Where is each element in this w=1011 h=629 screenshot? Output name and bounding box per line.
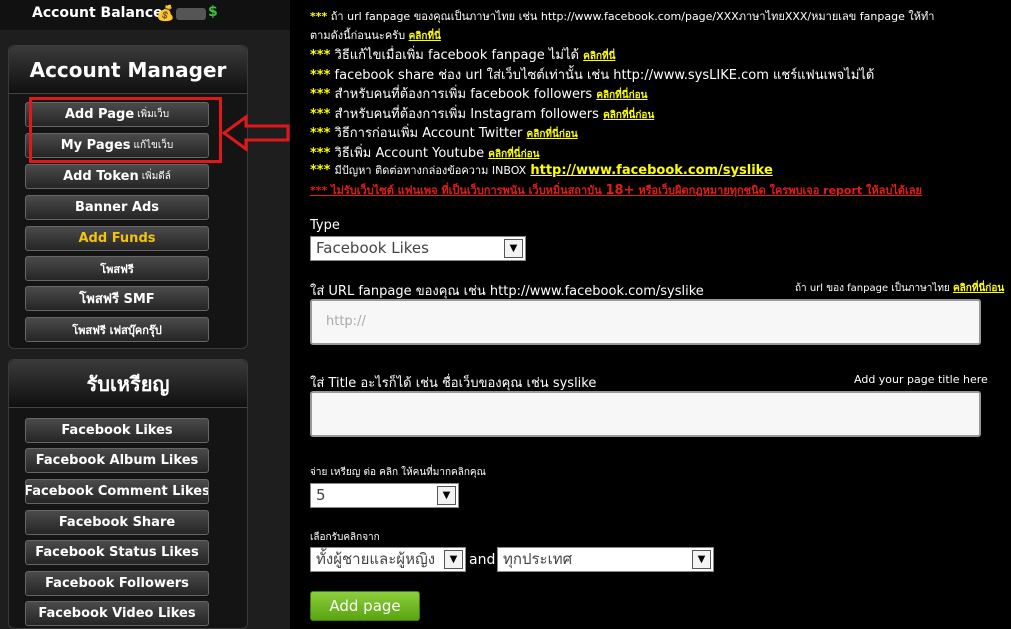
note-line: *** วิธีเพิ่ม Account Youtube คลิกที่นี่…: [310, 146, 540, 161]
earn-facebook-share-button[interactable]: Facebook Share: [25, 510, 209, 535]
url-label: ใส่ URL fanpage ของคุณ เช่น http://www.f…: [310, 284, 704, 299]
type-label: Type: [310, 218, 340, 233]
note-line: *** วิธีการก่อนเพิ่ม Account Twitter คลิ…: [310, 126, 578, 141]
add-funds-button[interactable]: Add Funds: [25, 226, 209, 251]
inbox-link[interactable]: http://www.facebook.com/syslike: [530, 163, 772, 178]
note-line: ตามดังนี้ก่อนนะครับ คลิกที่นี่: [310, 29, 441, 42]
and-label: and: [469, 552, 496, 568]
note-line: *** facebook share ช่อง url ใส่เว็บไซต์เ…: [310, 68, 875, 83]
sidebar: Account Balance: 💰 $ Account Manager Add…: [0, 0, 290, 629]
earn-facebook-comment-likes-button[interactable]: Facebook Comment Likes: [25, 479, 209, 504]
account-manager-title: Account Manager: [9, 46, 247, 94]
balance-value-redacted: [176, 8, 206, 20]
earn-facebook-status-likes-button[interactable]: Facebook Status Likes: [25, 540, 209, 565]
note-line: *** มีปัญหา ติดต่อทางกล่องข้อความ INBOX …: [310, 163, 773, 178]
account-balance: Account Balance: 💰 $: [0, 0, 290, 30]
earn-facebook-video-likes-button[interactable]: Facebook Video Likes: [25, 601, 209, 626]
url-hint-link[interactable]: คลิกที่นี่ก่อน: [953, 283, 1004, 294]
earn-facebook-followers-button[interactable]: Facebook Followers: [25, 571, 209, 596]
warning-line: *** ไม่รับเว็บไซต์ แฟนเพจ ที่เป็นเว็บการ…: [310, 183, 922, 198]
type-select[interactable]: Facebook Likes ▼: [310, 236, 526, 261]
note-link[interactable]: คลิกที่นี่: [409, 31, 441, 42]
gender-select[interactable]: ทั้งผู้ชายและผู้หญิง ▼: [310, 547, 466, 572]
target-label: เลือกรับคลิกจาก: [310, 532, 380, 543]
title-label: ใส่ Title อะไรก็ได้ เช่น ชื่อเว็บของคุณ …: [310, 376, 597, 391]
chevron-down-icon: ▼: [437, 486, 456, 505]
note-line: *** สำหรับคนที่ต้องการเพิ่ม facebook fol…: [310, 87, 648, 102]
cpc-select[interactable]: 5 ▼: [310, 483, 459, 508]
banner-ads-button[interactable]: Banner Ads: [25, 195, 209, 220]
title-hint: Add your page title here: [854, 373, 988, 386]
chevron-down-icon: ▼: [692, 550, 711, 569]
note-link[interactable]: คลิกที่นี่ก่อน: [488, 149, 539, 160]
note-line: *** ถ้า url fanpage ของคุณเป็นภาษาไทย เช…: [310, 10, 935, 23]
title-input[interactable]: [310, 391, 981, 437]
chevron-down-icon: ▼: [444, 550, 463, 569]
balance-currency: $: [208, 4, 218, 20]
add-token-button[interactable]: Add Token เพิ่มดีล์: [25, 164, 209, 189]
balance-label: Account Balance:: [32, 5, 169, 21]
highlight-box: [29, 97, 222, 163]
chevron-down-icon: ▼: [504, 239, 523, 258]
note-link[interactable]: คลิกที่นี่ก่อน: [596, 90, 647, 101]
main-content: *** ถ้า url fanpage ของคุณเป็นภาษาไทย เช…: [290, 0, 1011, 629]
country-select[interactable]: ทุกประเทศ ▼: [497, 547, 714, 572]
money-bag-icon: 💰: [156, 4, 175, 22]
left-arrow-icon: [222, 114, 290, 152]
cpc-label: จ่าย เหรียญ ต่อ คลิก ให้คนที่มากคลิกคุณ: [310, 467, 486, 478]
free-post-smf-button[interactable]: โพสฟรี SMF: [25, 286, 209, 311]
add-page-submit-button[interactable]: Add page: [310, 591, 420, 621]
earn-facebook-album-likes-button[interactable]: Facebook Album Likes: [25, 448, 209, 473]
earn-facebook-likes-button[interactable]: Facebook Likes: [25, 418, 209, 443]
note-line: *** สำหรับคนที่ต้องการเพิ่ม Instagram fo…: [310, 107, 655, 122]
note-link[interactable]: คลิกที่นี่ก่อน: [603, 110, 654, 121]
url-input[interactable]: http://: [310, 299, 981, 345]
note-link[interactable]: คลิกที่นี่: [583, 51, 615, 62]
url-hint: ถ้า url ของ fanpage เป็นภาษาไทย คลิกที่น…: [795, 283, 1005, 294]
free-post-fb-group-button[interactable]: โพสฟรี เฟสบุ๊คกรุ๊ป: [25, 317, 209, 342]
earn-coins-title: รับเหรียญ: [9, 360, 247, 408]
free-post-button[interactable]: โพสฟรี: [25, 256, 209, 281]
note-link[interactable]: คลิกที่นี่ก่อน: [527, 129, 578, 140]
note-line: *** วิธีแก้ไขเมื่อเพิ่ม facebook fanpage…: [310, 48, 616, 63]
